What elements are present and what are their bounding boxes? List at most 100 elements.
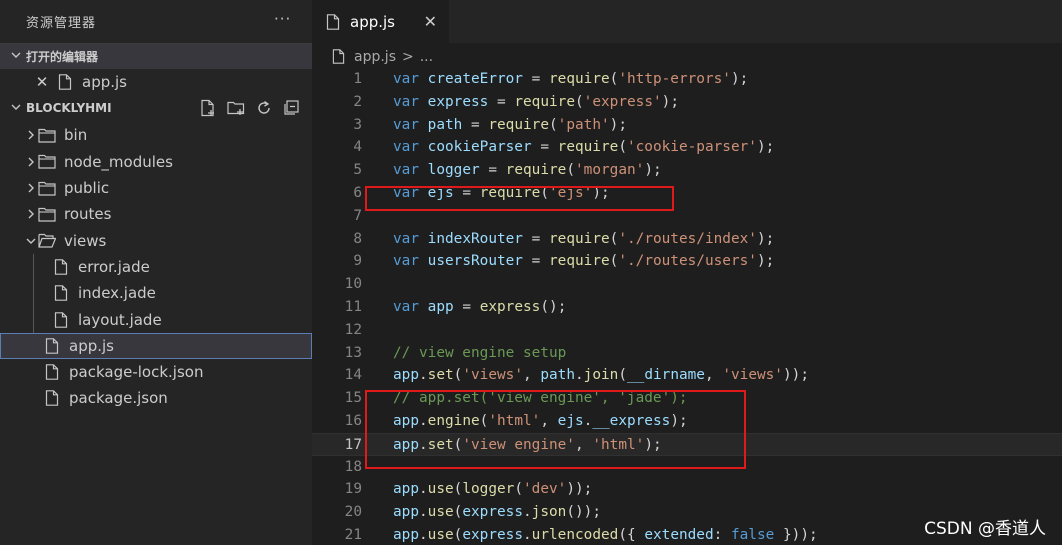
- file-icon: [52, 311, 70, 329]
- highlight-box-view-engine: [365, 390, 746, 469]
- code-line[interactable]: 3 var path = require('path');: [312, 114, 1062, 137]
- code-line[interactable]: 10: [312, 273, 1062, 296]
- refresh-icon[interactable]: [254, 98, 274, 118]
- code-text: var indexRouter = require('./routes/inde…: [393, 230, 775, 247]
- close-icon[interactable]: ✕: [34, 73, 50, 91]
- tree-item-label: bin: [64, 126, 88, 145]
- open-editor-label: app.js: [82, 73, 127, 92]
- code-line[interactable]: 4 var cookieParser = require('cookie-pars…: [312, 136, 1062, 159]
- tree-item-label: package.json: [69, 389, 168, 408]
- code-line[interactable]: 19 app.use(logger('dev'));: [312, 478, 1062, 501]
- open-editors-label: 打开的编辑器: [26, 50, 99, 64]
- code-line[interactable]: 2 var express = require('express');: [312, 91, 1062, 114]
- file-item-package-json[interactable]: package.json: [0, 385, 312, 411]
- watermark: CSDN @香道人: [924, 519, 1046, 539]
- editor-area: app.js ✕ app.js > ... 1 var createError =…: [312, 0, 1062, 545]
- code-text: app.use(express.urlencoded({ extended: f…: [393, 526, 818, 543]
- indent-guide: [33, 306, 34, 333]
- folder-icon: [38, 179, 56, 197]
- tab-app-js[interactable]: app.js ✕: [312, 0, 449, 43]
- breadcrumb: app.js > ...: [312, 43, 1062, 71]
- code-text: // view engine setup: [393, 344, 567, 361]
- file-icon: [332, 49, 348, 65]
- more-actions-icon[interactable]: ···: [274, 10, 291, 28]
- file-item-index-jade[interactable]: index.jade: [0, 280, 312, 307]
- folder-icon: [38, 153, 56, 171]
- folder-item-bin[interactable]: bin: [0, 122, 312, 148]
- code-line[interactable]: 13 // view engine setup: [312, 342, 1062, 365]
- file-item-layout-jade[interactable]: layout.jade: [0, 306, 312, 333]
- line-number: 15: [344, 390, 362, 407]
- line-number: 19: [344, 481, 362, 498]
- chevron-right-icon: [24, 209, 38, 219]
- chevron-down-icon: [6, 50, 26, 63]
- line-number: 5: [353, 162, 362, 179]
- close-tab-icon[interactable]: ✕: [424, 12, 437, 31]
- new-folder-icon[interactable]: [226, 98, 246, 118]
- tree-item-label: error.jade: [78, 257, 150, 276]
- folder-open-icon: [38, 232, 56, 250]
- project-actions: [198, 98, 312, 118]
- open-editor-item[interactable]: ✕ app.js: [0, 69, 312, 95]
- chevron-right-icon: [24, 157, 38, 167]
- code-text: var cookieParser = require('cookie-parse…: [393, 139, 775, 156]
- folder-item-views[interactable]: views: [0, 227, 312, 253]
- line-number: 21: [344, 526, 362, 543]
- line-number: 8: [353, 230, 362, 247]
- line-number: 9: [353, 253, 362, 270]
- line-number: 11: [344, 298, 362, 315]
- code-text: var usersRouter = require('./routes/user…: [393, 253, 775, 270]
- code-line[interactable]: 1 var createError = require('http-errors'…: [312, 68, 1062, 91]
- chevron-right-icon: [24, 183, 38, 193]
- open-editors-section[interactable]: 打开的编辑器: [0, 43, 312, 69]
- file-icon: [56, 73, 74, 91]
- code-line[interactable]: 11 var app = express();: [312, 296, 1062, 319]
- tree-item-label: public: [64, 179, 110, 198]
- indent-guide: [33, 280, 34, 307]
- breadcrumb-rest[interactable]: ...: [420, 49, 433, 65]
- code-text: var app = express();: [393, 298, 567, 315]
- line-number: 12: [344, 321, 362, 338]
- folder-item-node-modules[interactable]: node_modules: [0, 149, 312, 175]
- file-item-error-jade[interactable]: error.jade: [0, 253, 312, 281]
- explorer-title: 资源管理器 ···: [0, 0, 312, 43]
- code-line[interactable]: 5 var logger = require('morgan');: [312, 159, 1062, 182]
- code-editor[interactable]: 1 var createError = require('http-errors'…: [312, 68, 1062, 545]
- file-item-app-js[interactable]: app.js: [0, 332, 312, 359]
- highlight-box-ejs-require: [365, 186, 674, 211]
- line-number: 10: [344, 276, 362, 293]
- file-item-package-lock-json[interactable]: package-lock.json: [0, 359, 312, 385]
- line-number: 20: [344, 504, 362, 521]
- code-line[interactable]: 12: [312, 319, 1062, 342]
- tree-item-label: node_modules: [64, 152, 173, 171]
- chevron-down-icon: [6, 102, 26, 115]
- folder-icon: [38, 205, 56, 223]
- folder-item-public[interactable]: public: [0, 175, 312, 201]
- breadcrumb-file[interactable]: app.js: [354, 49, 396, 65]
- code-text: app.use(express.json());: [393, 504, 602, 521]
- new-file-icon[interactable]: [198, 98, 218, 118]
- code-text: var createError = require('http-errors')…: [393, 71, 749, 87]
- code-line[interactable]: 14 app.set('views', path.join(__dirname, …: [312, 364, 1062, 387]
- code-text: var logger = require('morgan');: [393, 162, 662, 179]
- file-icon: [52, 284, 70, 302]
- project-tree: bin node_modules public routes views err…: [0, 121, 312, 411]
- line-number: 14: [344, 367, 362, 384]
- code-line[interactable]: 9 var usersRouter = require('./routes/use…: [312, 250, 1062, 273]
- code-text: var express = require('express');: [393, 93, 679, 110]
- project-section[interactable]: BLOCKLYHMI: [0, 95, 312, 121]
- breadcrumb-separator: >: [402, 49, 414, 65]
- tree-item-label: layout.jade: [78, 310, 162, 329]
- folder-item-routes[interactable]: routes: [0, 201, 312, 227]
- chevron-down-icon: [24, 236, 38, 246]
- tab-bar: app.js ✕: [312, 0, 1062, 43]
- file-icon: [43, 389, 61, 407]
- collapse-all-icon[interactable]: [282, 98, 302, 118]
- line-number: 7: [353, 207, 362, 224]
- indent-guide: [33, 253, 34, 281]
- code-text: var path = require('path');: [393, 116, 627, 133]
- tree-item-label: routes: [64, 205, 112, 224]
- line-number: 3: [353, 116, 362, 133]
- code-line[interactable]: 8 var indexRouter = require('./routes/ind…: [312, 228, 1062, 251]
- explorer-title-label: 资源管理器: [26, 16, 97, 31]
